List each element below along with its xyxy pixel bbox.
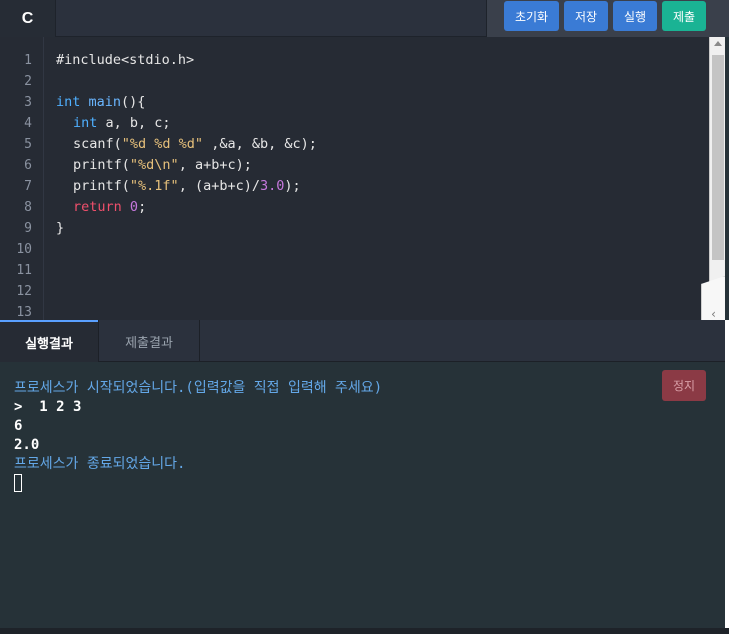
- number-token: 0: [129, 199, 139, 215]
- code-text: printf(: [73, 178, 130, 194]
- run-button[interactable]: 실행: [613, 1, 657, 31]
- code-editor[interactable]: 1 2 3 4 5 6 7 8 9 10 11 12 13 #include<s…: [0, 37, 709, 320]
- line-number: 3: [24, 95, 32, 110]
- code-text: (){: [121, 94, 146, 110]
- console-line-input: > 1 2 3: [14, 399, 82, 415]
- line-number-gutter: 1 2 3 4 5 6 7 8 9 10 11 12 13: [0, 37, 44, 320]
- line-number: 8: [24, 200, 32, 215]
- code-text: );: [284, 178, 301, 194]
- line-number: 9: [24, 221, 32, 236]
- console-line-started: 프로세스가 시작되었습니다.(입력값을 직접 입력해 주세요): [14, 380, 383, 396]
- chevron-left-icon: ‹: [711, 307, 716, 321]
- code-line-8: return 0;: [73, 197, 146, 218]
- language-tab[interactable]: C: [0, 0, 56, 37]
- line-number: 13: [16, 305, 32, 320]
- code-line-7: printf("%.1f", (a+b+c)/3.0);: [73, 176, 301, 197]
- string-token: "%.1f": [129, 178, 179, 194]
- line-number: 5: [24, 137, 32, 152]
- line-number: 11: [16, 263, 32, 278]
- code-text: scanf(: [73, 136, 122, 152]
- code-text: , (a+b+c)/: [178, 178, 260, 194]
- line-number: 6: [24, 158, 32, 173]
- scrollbar-thumb[interactable]: [712, 55, 724, 260]
- console-line-output: 6: [14, 418, 23, 434]
- code-text: ,&a, &b, &c);: [203, 136, 317, 152]
- code-text: a, b, c;: [97, 115, 171, 131]
- code-line-1: #include<stdio.h>: [56, 50, 194, 71]
- code-line-9: }: [56, 218, 64, 239]
- line-number: 1: [24, 53, 32, 68]
- code-line-5: scanf("%d %d %d" ,&a, &b, &c);: [73, 134, 317, 155]
- code-line-3: int main(){: [56, 92, 145, 113]
- code-text: ;: [138, 199, 147, 215]
- keyword-token: int: [56, 94, 81, 110]
- reset-button[interactable]: 초기화: [504, 1, 559, 31]
- line-number: 4: [24, 116, 32, 131]
- console-line-output: 2.0: [14, 437, 40, 453]
- console-line-ended: 프로세스가 종료되었습니다.: [14, 456, 186, 472]
- result-tab-bar: 실행결과 제출결과: [0, 320, 725, 362]
- line-number: 12: [16, 284, 32, 299]
- function-token: main: [88, 94, 122, 110]
- string-token: "%d %d %d": [121, 136, 204, 152]
- code-text: }: [56, 220, 65, 236]
- code-line-6: printf("%d\n", a+b+c);: [73, 155, 252, 176]
- line-number: 7: [24, 179, 32, 194]
- right-edge: [725, 320, 729, 634]
- submit-button[interactable]: 제출: [662, 1, 706, 31]
- number-token: 3.0: [259, 178, 285, 194]
- console-cursor: [14, 474, 22, 492]
- stop-button[interactable]: 정지: [662, 370, 706, 401]
- keyword-token: int: [73, 115, 98, 131]
- code-text: #include<stdio.h>: [56, 52, 195, 68]
- tab-run-result[interactable]: 실행결과: [0, 320, 98, 362]
- string-token: "%d\n": [129, 157, 179, 173]
- keyword-token: return: [73, 199, 122, 215]
- code-line-4: int a, b, c;: [73, 113, 171, 134]
- code-text: , a+b+c);: [178, 157, 252, 173]
- code-text: printf(: [73, 157, 130, 173]
- line-number: 2: [24, 74, 32, 89]
- save-button[interactable]: 저장: [564, 1, 608, 31]
- bottom-edge: [0, 628, 729, 634]
- triangle-up-icon[interactable]: [714, 41, 722, 46]
- line-number: 10: [16, 242, 32, 257]
- console-output[interactable]: 프로세스가 시작되었습니다.(입력값을 직접 입력해 주세요) > 1 2 3 …: [0, 362, 725, 628]
- tab-submit-result[interactable]: 제출결과: [98, 320, 200, 362]
